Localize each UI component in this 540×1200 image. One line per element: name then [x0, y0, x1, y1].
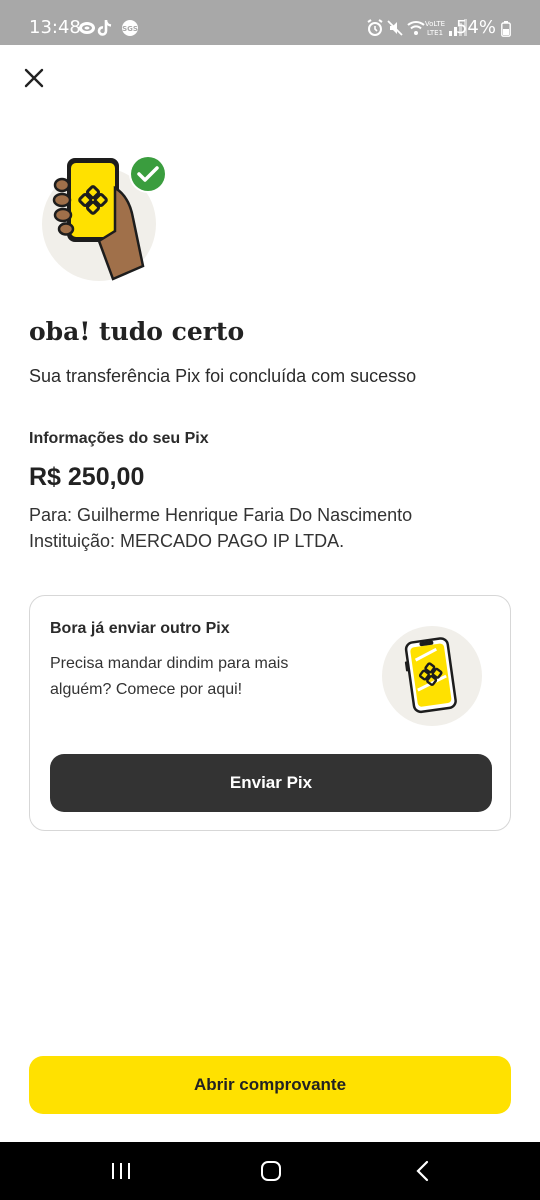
send-another-pix-card: Bora já enviar outro Pix Precisa mandar …: [29, 595, 511, 831]
transfer-amount: R$ 250,00: [29, 463, 145, 491]
open-receipt-button[interactable]: Abrir comprovante: [29, 1056, 511, 1114]
success-message: Sua transferência Pix foi concluída com …: [29, 366, 417, 386]
status-bar: 13:48 SGS VoLTE LTE1 54%: [0, 0, 540, 45]
hand-phone-pix-success-illustration: [42, 155, 167, 281]
tiktok-icon: [97, 20, 112, 36]
card-title: Bora já enviar outro Pix: [50, 620, 230, 637]
info-heading: Informações do seu Pix: [29, 430, 209, 447]
volte-lte-icon: VoLTE LTE1: [425, 20, 445, 37]
app-notification-icon: [79, 22, 95, 34]
status-left-icons: SGS: [79, 20, 138, 36]
svg-text:VoLTE: VoLTE: [425, 20, 445, 28]
back-icon[interactable]: [413, 1159, 433, 1183]
home-icon[interactable]: [259, 1159, 283, 1183]
wifi-icon: [407, 21, 425, 35]
recipient-institution: Instituição: MERCADO PAGO IP LTDA.: [29, 531, 345, 551]
recipient-name: Para: Guilherme Henrique Faria Do Nascim…: [29, 505, 413, 525]
phone-pix-illustration: [382, 626, 482, 726]
status-time: 13:48: [29, 17, 81, 38]
card-description: Precisa mandar dindim para mais alguém? …: [50, 655, 289, 698]
send-pix-button[interactable]: Enviar Pix: [50, 754, 492, 812]
battery-icon: [501, 21, 511, 37]
close-icon: [24, 68, 44, 88]
svg-text:LTE1: LTE1: [427, 29, 443, 37]
status-right-icons: VoLTE LTE1: [367, 19, 467, 37]
svg-text:SGS: SGS: [122, 25, 138, 33]
navigation-bar: [0, 1142, 540, 1200]
success-check-icon: [129, 155, 167, 193]
close-button[interactable]: [22, 66, 46, 90]
recents-icon[interactable]: [110, 1161, 132, 1181]
badge-icon: SGS: [122, 20, 138, 36]
battery-percentage: 54%: [455, 17, 496, 38]
alarm-icon: [367, 19, 383, 36]
page-title: oba! tudo certo: [29, 317, 245, 346]
mute-icon: [387, 20, 403, 36]
